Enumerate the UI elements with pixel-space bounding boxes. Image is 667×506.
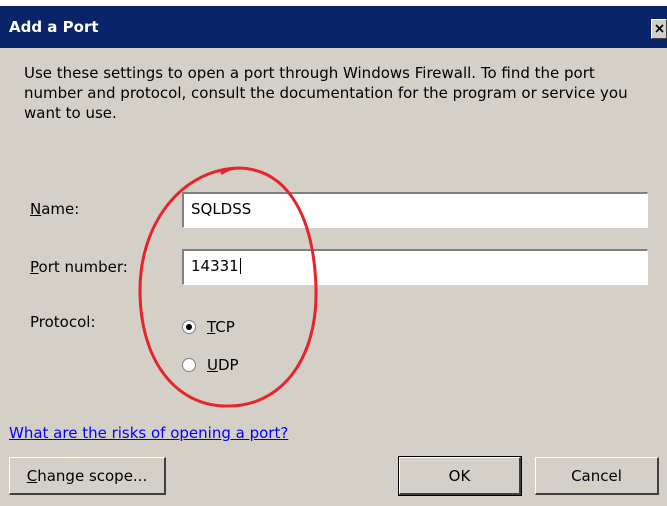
cancel-label: Cancel [571,466,622,485]
add-port-dialog: Add a Port Use these settings to open a … [0,0,667,506]
title-bar[interactable]: Add a Port [0,6,667,48]
name-label-rest: ame: [41,200,80,218]
port-number-field[interactable]: 14331 [182,249,648,285]
udp-radio[interactable] [182,358,196,372]
close-button[interactable] [651,19,667,39]
risks-help-link[interactable]: What are the risks of opening a port? [9,424,288,442]
intro-text: Use these settings to open a port throug… [24,64,628,122]
close-icon [655,24,664,33]
text-caret [239,258,241,274]
name-field-value: SQLDSS [191,200,252,218]
udp-label-rest: DP [217,356,239,374]
port-number-label: Port number: [30,258,128,276]
protocol-label: Protocol: [30,313,96,331]
tcp-label-rest: CP [215,318,235,336]
change-scope-label: Change scope... [26,466,148,485]
radio-selected-dot [186,324,192,330]
port-field-value: 14331 [191,257,239,275]
name-field[interactable]: SQLDSS [182,192,648,228]
udp-radio-label[interactable]: UDP [207,356,239,374]
change-scope-button[interactable]: Change scope... [9,457,166,495]
name-label: Name: [30,200,79,218]
ok-label: OK [448,466,471,485]
change-scope-accesskey: C [26,466,38,485]
window-title: Add a Port [9,18,99,36]
tcp-radio[interactable] [182,320,196,334]
ok-button[interactable]: OK [398,456,522,496]
udp-accesskey: U [207,356,218,374]
port-label-accesskey: P [30,258,39,276]
port-label-rest: ort number: [38,258,128,276]
name-label-accesskey: N [30,200,42,218]
cancel-button[interactable]: Cancel [535,457,659,495]
tcp-radio-label[interactable]: TCP [207,318,235,336]
